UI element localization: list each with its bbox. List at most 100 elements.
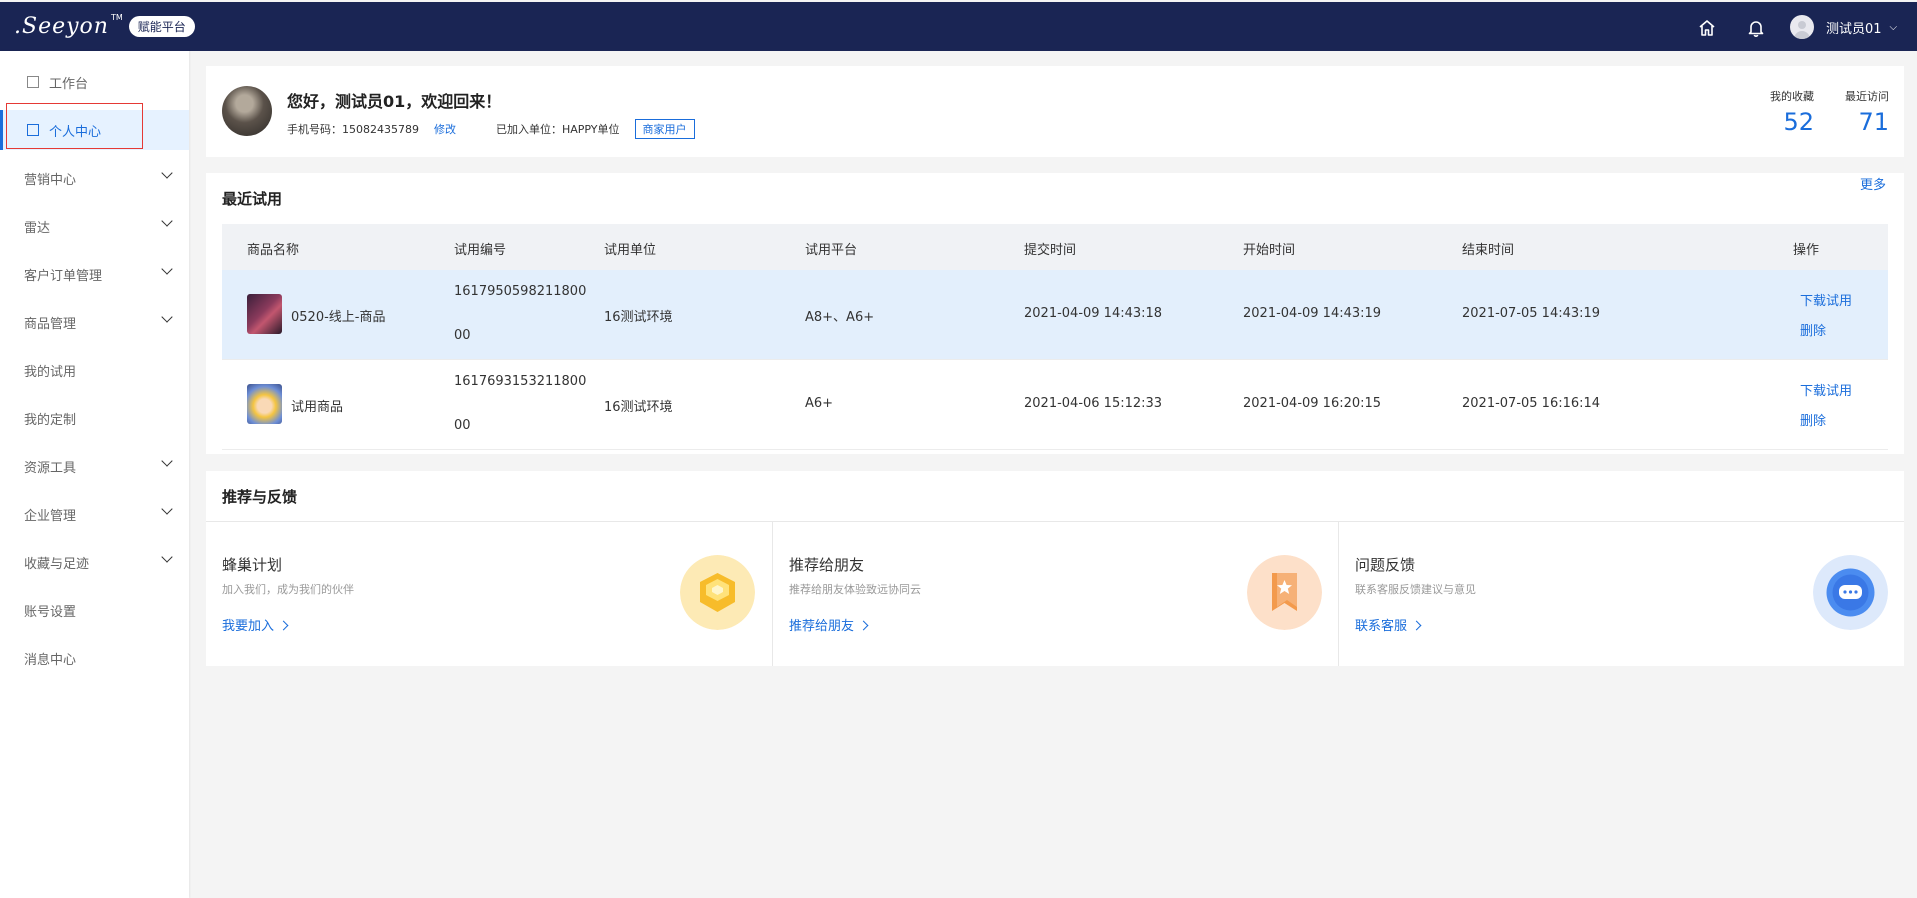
home-icon[interactable] [1697,18,1717,38]
avatar[interactable] [222,86,272,136]
start-time: 2021-04-09 16:20:15 [1243,396,1382,411]
sidebar-item-product-management[interactable]: 商品管理 [0,302,189,342]
link-label: 我要加入 [222,619,275,634]
sidebar-item-my-customization[interactable]: 我的定制 [0,398,189,438]
submit-time: 2021-04-06 15:12:33 [1024,396,1163,411]
honeycomb-plan-card: 蜂巢计划 加入我们，成为我们的伙伴 我要加入 [206,522,772,666]
recent-trials-card: 最近试用 更多 商品名称 试用编号 试用单位 试用平台 提交时间 开始时间 结束… [206,173,1904,454]
sidebar-item-label: 企业管理 [24,508,77,524]
sidebar-item-label: 营销中心 [24,172,77,188]
selection-outline [6,103,143,149]
favorites-label: 我的收藏 [1770,90,1814,103]
trial-code-continued: 00 [454,328,471,343]
end-time: 2021-07-05 16:16:14 [1462,396,1601,411]
link-label: 推荐给朋友 [789,619,855,634]
product-name: 试用商品 [291,400,344,415]
sidebar-item-label: 商品管理 [24,316,77,332]
chevron-down-icon [161,215,173,227]
logo-trademark: TM [110,13,123,22]
phone-number: 手机号码：15082435789 [287,123,419,136]
recommend-link[interactable]: 推荐给朋友 [789,615,869,634]
sidebar-item-favorites-history[interactable]: 收藏与足迹 [0,542,189,582]
product-name: 0520-线上-商品 [291,310,386,325]
sidebar-item-label: 雷达 [24,220,51,236]
sidebar-item-enterprise[interactable]: 企业管理 [0,494,189,534]
recent-visits-label: 最近访问 [1845,90,1889,103]
submit-time: 2021-04-09 14:43:18 [1024,306,1163,321]
username: 测试员01 [1826,21,1882,37]
sidebar-item-my-trials[interactable]: 我的试用 [0,350,189,390]
sidebar-item-customer-orders[interactable]: 客户订单管理 [0,254,189,294]
card-title: 问题反馈 [1355,556,1416,574]
product-thumbnail [247,384,282,424]
recommend-title: 推荐与反馈 [222,488,298,506]
top-navigation-bar: .Seeyon TM 赋能平台 测试员01 ⌵ [0,2,1917,51]
card-subtitle: 推荐给朋友体验致远协同云 [789,583,921,596]
download-trial-link[interactable]: 下载试用 [1800,290,1852,309]
honeycomb-icon [680,555,755,630]
platform-badge: 赋能平台 [128,15,195,37]
chat-bubble-icon [1813,555,1888,630]
trial-code: 1617950598211800 [454,284,587,299]
sidebar-item-messages[interactable]: 消息中心 [0,638,189,678]
trial-code: 1617693153211800 [454,374,587,389]
sidebar-item-label: 账号设置 [24,604,77,620]
seeyon-logo[interactable]: .Seeyon TM 赋能平台 [14,13,195,39]
sidebar-item-workbench[interactable]: 工作台 [0,62,189,102]
join-link[interactable]: 我要加入 [222,615,289,634]
trial-platform: A6+ [805,396,834,411]
trial-unit: 16测试环境 [604,310,673,325]
card-title: 蜂巢计划 [222,556,283,574]
table-row[interactable]: 试用商品 1617693153211800 00 16测试环境 A6+ 2021… [222,360,1888,450]
chevron-right-icon [278,620,289,631]
workbench-icon [27,76,39,88]
sidebar: 工作台 个人中心 营销中心 雷达 客户订单管理 商品管理 我的试用 我的定制 资… [0,51,189,898]
column-header: 结束时间 [1462,243,1515,258]
profile-card: 您好，测试员01，欢迎回来！ 手机号码：15082435789 修改 已加入单位… [206,66,1904,157]
column-header: 提交时间 [1024,243,1077,258]
chevron-down-icon [161,167,173,179]
sidebar-item-label: 消息中心 [24,652,77,668]
card-title: 推荐给朋友 [789,556,865,574]
recent-trials-title: 最近试用 [222,190,283,208]
link-label: 联系客服 [1355,619,1408,634]
user-menu[interactable]: 测试员01 ⌵ [1790,15,1897,39]
sidebar-item-resource-tools[interactable]: 资源工具 [0,446,189,486]
trial-platform: A8+、A6+ [805,310,875,325]
column-header: 开始时间 [1243,243,1296,258]
feedback-card: 问题反馈 联系客服反馈建议与意见 联系客服 [1338,522,1905,666]
favorites-stat[interactable]: 我的收藏 52 [1734,88,1814,136]
column-header: 商品名称 [247,243,300,258]
delete-link[interactable]: 删除 [1800,320,1826,339]
sidebar-item-label: 客户订单管理 [24,268,103,284]
sidebar-item-label: 资源工具 [24,460,77,476]
sidebar-item-label: 我的定制 [24,412,77,428]
sidebar-item-account-settings[interactable]: 账号设置 [0,590,189,630]
bell-icon[interactable] [1746,18,1766,38]
recommend-friends-card: 推荐给朋友 推荐给朋友体验致远协同云 推荐给朋友 [772,522,1339,666]
table-header: 商品名称 试用编号 试用单位 试用平台 提交时间 开始时间 结束时间 操作 [222,224,1888,270]
recent-visits-stat[interactable]: 最近访问 71 [1806,88,1889,136]
edit-phone-link[interactable]: 修改 [434,121,456,137]
more-link[interactable]: 更多 [1860,174,1886,193]
joined-organization: 已加入单位：HAPPY单位 [495,123,620,136]
bookmark-star-icon [1247,555,1322,630]
chevron-right-icon [1411,620,1422,631]
welcome-greeting: 您好，测试员01，欢迎回来！ [287,92,502,111]
column-header: 试用单位 [604,243,657,258]
download-trial-link[interactable]: 下载试用 [1800,380,1852,399]
sidebar-item-radar[interactable]: 雷达 [0,206,189,246]
logo-text: .Seeyon [14,13,109,39]
contact-support-link[interactable]: 联系客服 [1355,615,1422,634]
sidebar-item-marketing[interactable]: 营销中心 [0,158,189,198]
sidebar-item-label: 我的试用 [24,364,77,380]
product-thumbnail [247,294,282,334]
recommend-feedback-card: 推荐与反馈 蜂巢计划 加入我们，成为我们的伙伴 我要加入 推荐给朋友 推荐给朋友… [206,471,1904,666]
active-indicator [0,110,3,150]
chevron-down-icon [161,263,173,275]
table-row[interactable]: 0520-线上-商品 1617950598211800 00 16测试环境 A8… [222,270,1888,360]
delete-link[interactable]: 删除 [1800,410,1826,429]
chevron-down-icon [161,503,173,515]
chevron-right-icon [858,620,869,631]
column-header: 试用编号 [454,243,507,258]
